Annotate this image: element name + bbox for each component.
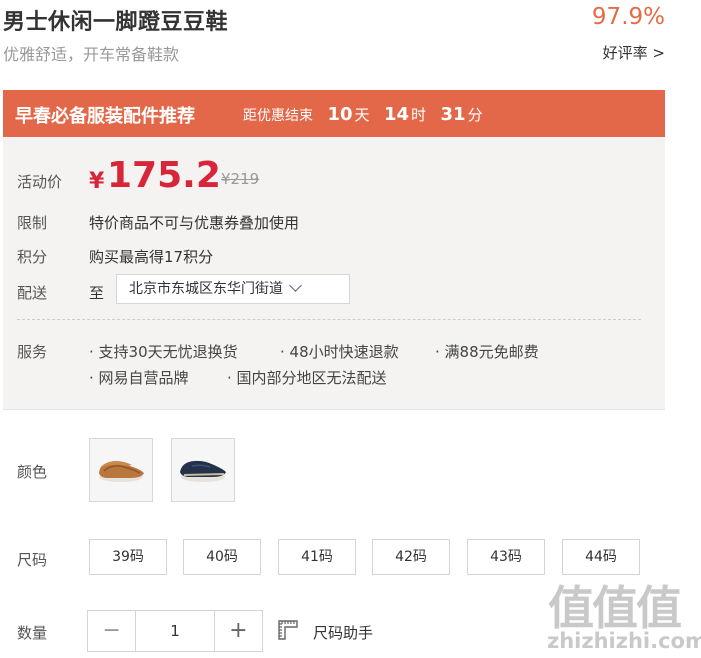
countdown-minutes-unit: 分 [467, 106, 483, 124]
services-label: 服务 [17, 343, 48, 361]
points-label: 积分 [17, 248, 48, 266]
product-title: 男士休闲一脚蹬豆豆鞋 [3, 10, 229, 35]
price-current: 175.2 [107, 155, 221, 196]
quantity-stepper: − 1 + [87, 610, 263, 652]
size-label: 尺码 [17, 551, 48, 569]
brown-loafer-icon [99, 461, 144, 482]
countdown-minutes: 31 [440, 104, 466, 125]
countdown-days: 10 [327, 104, 353, 125]
price-label: 活动价 [17, 173, 63, 191]
promo-title: 早春必备服装配件推荐 [15, 106, 195, 127]
size-option[interactable]: 40码 [183, 539, 261, 575]
quantity-minus-button[interactable]: − [88, 611, 135, 651]
promo-countdown: 距优惠结束 10 天 14 时 31 分 [243, 104, 483, 125]
product-subtitle: 优雅舒适，开车常备鞋款 [3, 45, 180, 64]
info-panel: 活动价 ¥ 175.2 ¥219 限制 特价商品不可与优惠券叠加使用 积分 购买… [3, 137, 665, 410]
size-helper-link[interactable]: 尺码助手 [313, 622, 373, 643]
quantity-plus-button[interactable]: + [215, 611, 262, 651]
points-text: 购买最高得17积分 [89, 248, 214, 266]
price-original: ¥219 [221, 170, 260, 188]
service-item: · 网易自营品牌 [89, 369, 189, 387]
shipping-label: 配送 [17, 284, 48, 302]
navy-loafer-icon [180, 460, 226, 482]
color-swatch-navy[interactable] [171, 438, 235, 502]
chevron-down-icon [289, 279, 302, 292]
color-swatch-brown[interactable] [89, 438, 153, 502]
rating-block: 97.9% 好评率 > [592, 4, 665, 63]
shipping-to: 至 [89, 284, 105, 302]
limit-label: 限制 [17, 214, 48, 232]
watermark-site: zhizhizhi.com [547, 629, 701, 653]
promo-banner: 早春必备服装配件推荐 距优惠结束 10 天 14 时 31 分 [3, 90, 665, 137]
rating-link[interactable]: 好评率 > [603, 42, 665, 63]
size-option[interactable]: 43码 [467, 539, 545, 575]
rating-percent: 97.9% [591, 4, 665, 30]
size-option[interactable]: 41码 [278, 539, 356, 575]
countdown-hours: 14 [383, 104, 410, 125]
ruler-icon[interactable] [276, 618, 300, 642]
color-label: 颜色 [17, 463, 48, 481]
service-item: · 48小时快速退款 [280, 343, 399, 361]
size-option[interactable]: 39码 [89, 539, 167, 575]
countdown-days-unit: 天 [354, 106, 370, 124]
limit-text: 特价商品不可与优惠券叠加使用 [89, 214, 300, 232]
service-item: · 满88元免邮费 [435, 343, 539, 361]
quantity-input[interactable]: 1 [135, 611, 215, 651]
size-option[interactable]: 44码 [562, 539, 640, 575]
service-item: · 支持30天无忧退换货 [89, 343, 238, 361]
quantity-label: 数量 [17, 624, 48, 642]
countdown-label: 距优惠结束 [243, 108, 313, 124]
size-option[interactable]: 42码 [372, 539, 450, 575]
service-item: · 国内部分地区无法配送 [227, 369, 387, 387]
countdown-hours-unit: 时 [411, 106, 427, 124]
price-currency: ¥ [89, 169, 105, 194]
divider [17, 319, 641, 320]
shipping-location: 北京市东城区东华门街道 [129, 281, 283, 297]
shipping-location-select[interactable]: 北京市东城区东华门街道 [116, 274, 350, 304]
